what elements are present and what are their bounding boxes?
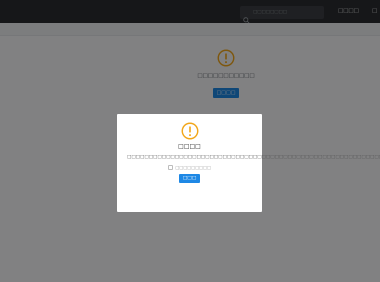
modal-title: □□□□	[178, 143, 201, 150]
got-it-button[interactable]: □□□	[178, 174, 201, 184]
modal-body-text: □□□□□□□□□□□□□□□□□□□□□□□□□□□□□□□□□□□□□□□□…	[127, 155, 380, 160]
dont-show-again-option[interactable]: □□□□□□□□□	[117, 165, 262, 171]
warning-icon	[117, 122, 262, 140]
dont-show-again-label: □□□□□□□□□	[175, 165, 211, 171]
dont-show-again-checkbox[interactable]	[168, 165, 174, 171]
important-notice-modal: □□□□ □□□□□□□□□□□□□□□□□□□□□□□□□□□□□□□□□□□…	[117, 114, 380, 212]
